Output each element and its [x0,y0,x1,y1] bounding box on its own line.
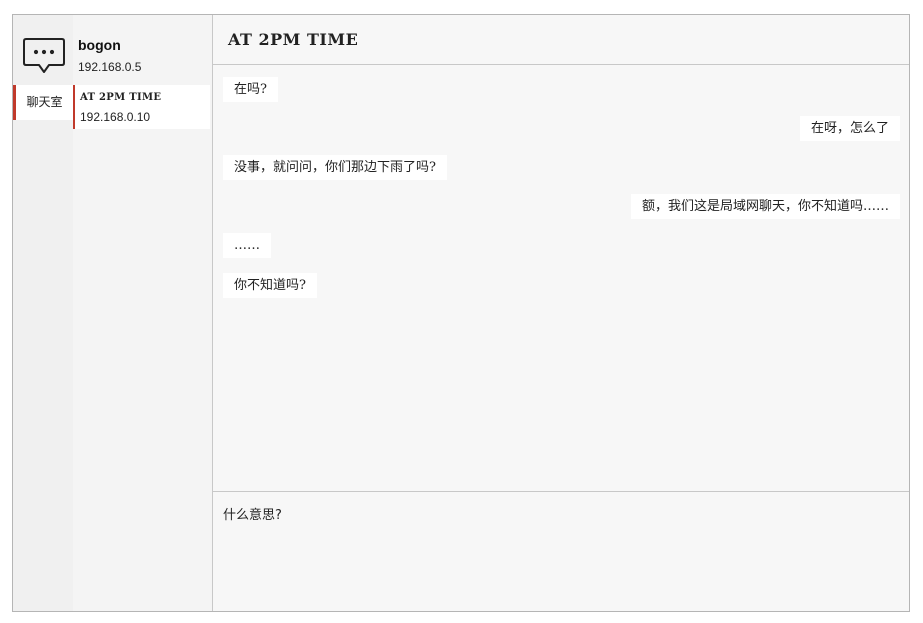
contact-ip: 192.168.0.10 [80,110,151,124]
contact-name: AT 2PM TIME [80,92,162,103]
chat-bubble-icon [23,38,65,73]
message-list[interactable]: 在吗? 在呀，怎么了 没事，就问问，你们那边下雨了吗? 额，我们这是局域网聊天，… [213,65,909,492]
chat-window: 聊天室 bogon 192.168.0.5 AT 2PM TIME 192.16… [12,14,910,612]
message-bubble: 没事，就问问，你们那边下雨了吗? [223,155,447,180]
message-bubble: 在呀，怎么了 [799,116,900,141]
message-bubble: 额，我们这是局域网聊天，你不知道吗…… [630,194,900,219]
app-rail: 聊天室 [13,15,73,611]
current-user-ip: 192.168.0.5 [78,60,142,74]
message-composer: 什么意思? [213,492,909,611]
message-bubble: 你不知道吗? [223,273,317,298]
nav-item-chatroom[interactable]: 聊天室 [13,85,73,120]
current-user: bogon 192.168.0.5 [78,37,141,74]
message-bubble: 在吗? [223,77,278,102]
current-user-name: bogon [78,37,121,53]
message-input[interactable]: 什么意思? [223,504,893,604]
chat-header: AT 2PM TIME [213,15,909,65]
chat-title: AT 2PM TIME [228,30,359,49]
contacts-panel: bogon 192.168.0.5 AT 2PM TIME 192.168.0.… [73,15,213,611]
contact-item[interactable]: AT 2PM TIME 192.168.0.10 [73,85,210,129]
message-bubble: …… [223,233,271,258]
chat-pane: AT 2PM TIME 在吗? 在呀，怎么了 没事，就问问，你们那边下雨了吗? … [213,15,909,611]
